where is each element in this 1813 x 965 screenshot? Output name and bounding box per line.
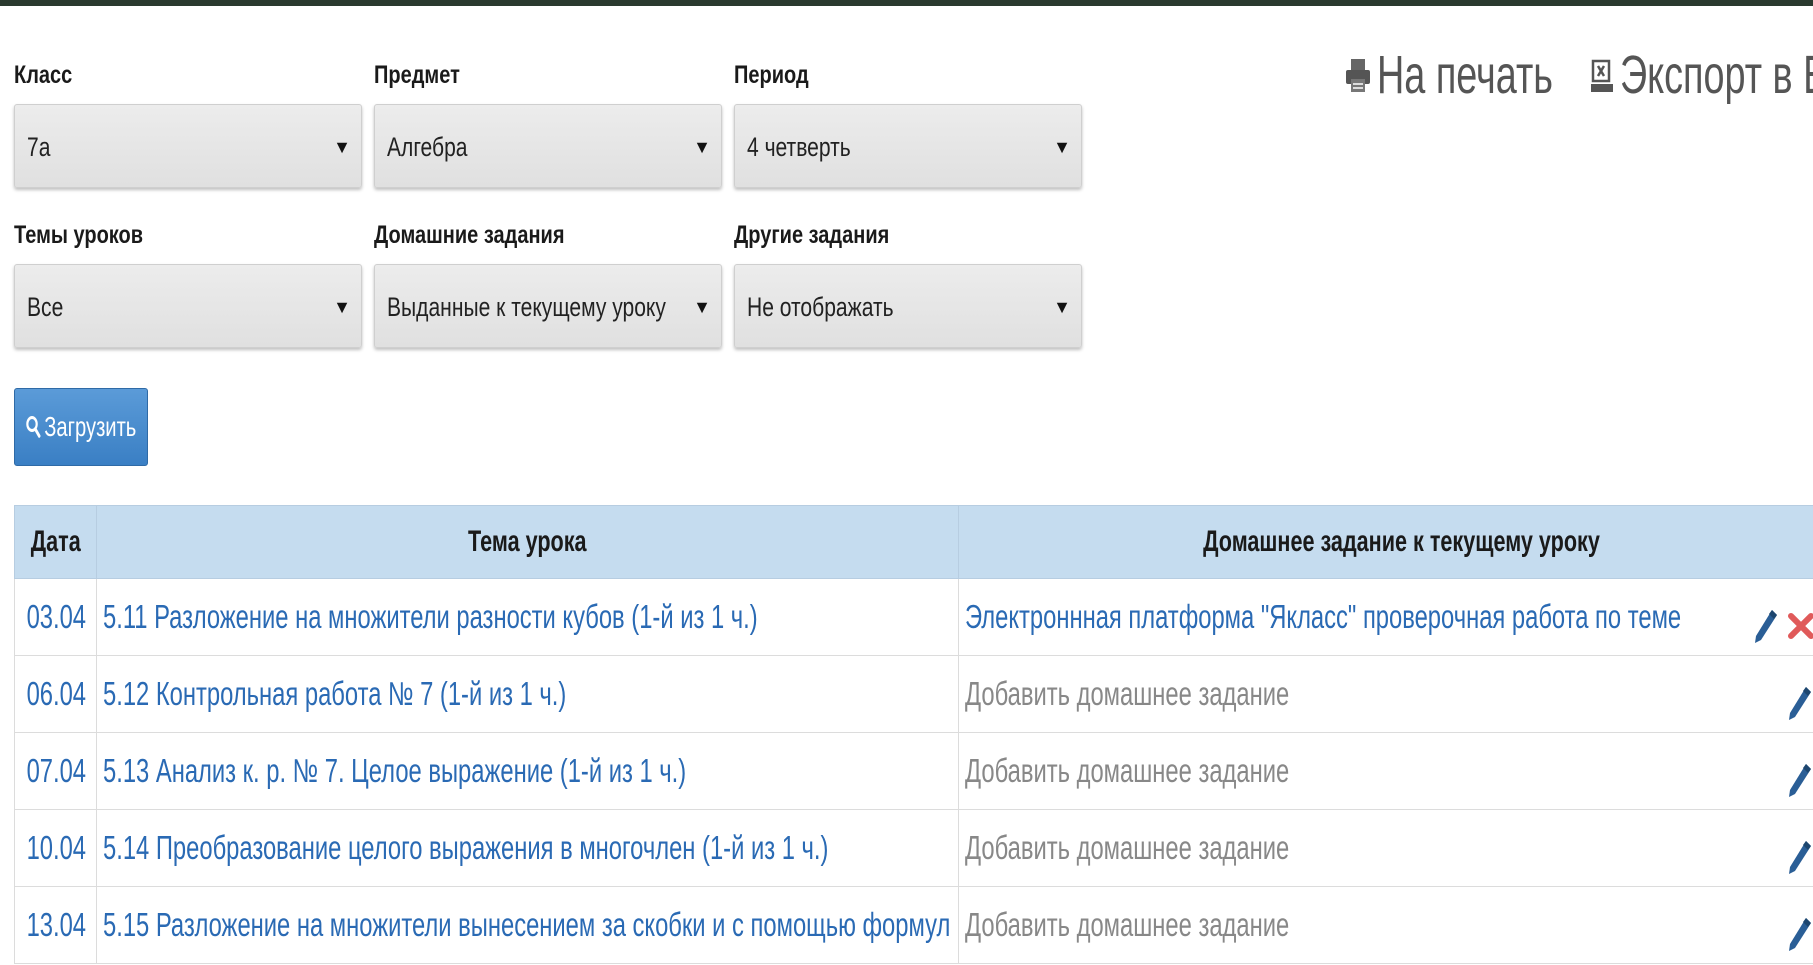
add-homework-link[interactable]: Добавить домашнее задание	[965, 829, 1289, 867]
printer-icon	[1346, 59, 1370, 92]
topics-filter-label: Темы уроков	[14, 221, 144, 249]
class-select[interactable]: 7а ▼	[14, 104, 362, 188]
chevron-down-icon: ▼	[1053, 297, 1071, 317]
chevron-down-icon: ▼	[693, 297, 711, 317]
page: Класс 7а ▼ Предмет Алгебра ▼ Период 4 че…	[0, 6, 1813, 965]
pencil-icon[interactable]	[1786, 683, 1812, 723]
export-label: Экспорт в Excel	[1620, 45, 1813, 105]
load-button[interactable]: Загрузить	[14, 388, 148, 466]
homework-column-header: Домашнее задание к текущему уроку	[958, 505, 1813, 579]
subject-select-value: Алгебра	[387, 132, 468, 162]
topic-header-label: Тема урока	[468, 525, 587, 558]
row-actions	[1786, 914, 1812, 954]
table-row: 13.04 5.15 Разложение на множители вынес…	[14, 886, 1813, 964]
print-label: На печать	[1377, 45, 1553, 105]
date-value: 07.04	[26, 752, 87, 789]
topic-column-header: Тема урока	[96, 505, 959, 579]
homework-cell: Добавить домашнее задание	[958, 655, 1813, 733]
add-homework-link[interactable]: Добавить домашнее задание	[965, 752, 1289, 790]
date-cell: 03.04	[14, 578, 97, 656]
homework-cell: Добавить домашнее задание	[958, 809, 1813, 887]
topic-link[interactable]: 5.14 Преобразование целого выражения в м…	[103, 829, 828, 867]
print-button[interactable]: На печать	[1345, 44, 1576, 106]
topics-select[interactable]: Все ▼	[14, 264, 362, 348]
pencil-icon[interactable]	[1752, 606, 1778, 646]
topic-cell: 5.14 Преобразование целого выражения в м…	[96, 809, 959, 887]
filters-panel: Класс 7а ▼ Предмет Алгебра ▼ Период 4 че…	[14, 6, 1094, 348]
filters-row-1: Класс 7а ▼ Предмет Алгебра ▼ Период 4 че…	[14, 6, 1094, 188]
topic-link[interactable]: 5.15 Разложение на множители вынесением …	[103, 906, 958, 944]
load-button-label: Загрузить	[44, 411, 137, 442]
actions-bar: На печать Экспорт в Excel	[1345, 44, 1813, 106]
lessons-table: Дата Тема урока Домашнее задание к текущ…	[14, 505, 1813, 964]
homework-select[interactable]: Выданные к текущему уроку ▼	[374, 264, 722, 348]
date-value: 13.04	[26, 906, 87, 943]
add-homework-link[interactable]: Добавить домашнее задание	[965, 906, 1289, 944]
topics-select-value: Все	[27, 292, 64, 322]
row-actions	[1786, 760, 1812, 800]
date-value: 10.04	[26, 829, 87, 866]
other-tasks-filter: Другие задания Не отображать ▼	[734, 188, 1082, 348]
homework-cell: Добавить домашнее задание	[958, 886, 1813, 964]
date-cell: 13.04	[14, 886, 97, 964]
homework-cell: Электроннная платформа "Якласс" провероч…	[958, 578, 1813, 656]
homework-filter-label: Домашние задания	[374, 221, 565, 249]
subject-filter-label: Предмет	[374, 61, 460, 89]
pencil-icon[interactable]	[1786, 760, 1812, 800]
homework-cell: Добавить домашнее задание	[958, 732, 1813, 810]
chevron-down-icon: ▼	[333, 297, 351, 317]
date-value: 06.04	[26, 675, 87, 712]
subject-select[interactable]: Алгебра ▼	[374, 104, 722, 188]
filters-row-2: Темы уроков Все ▼ Домашние задания Выдан…	[14, 188, 1094, 348]
table-header-row: Дата Тема урока Домашнее задание к текущ…	[14, 505, 1813, 579]
topics-filter: Темы уроков Все ▼	[14, 188, 362, 348]
other-tasks-filter-label: Другие задания	[734, 221, 890, 249]
homework-link[interactable]: Электроннная платформа "Якласс" провероч…	[965, 598, 1681, 636]
table-row: 03.04 5.11 Разложение на множители разно…	[14, 578, 1813, 656]
add-homework-link[interactable]: Добавить домашнее задание	[965, 675, 1289, 713]
table-row: 06.04 5.12 Контрольная работа № 7 (1-й и…	[14, 655, 1813, 733]
topic-link[interactable]: 5.12 Контрольная работа № 7 (1-й из 1 ч.…	[103, 675, 566, 713]
date-column-header: Дата	[14, 505, 97, 579]
period-select[interactable]: 4 четверть ▼	[734, 104, 1082, 188]
table-row: 07.04 5.13 Анализ к. р. № 7. Целое выраж…	[14, 732, 1813, 810]
topic-link[interactable]: 5.11 Разложение на множители разности ку…	[103, 598, 758, 636]
other-tasks-select[interactable]: Не отображать ▼	[734, 264, 1082, 348]
homework-filter: Домашние задания Выданные к текущему уро…	[374, 188, 722, 348]
table-row: 10.04 5.14 Преобразование целого выражен…	[14, 809, 1813, 887]
homework-select-value: Выданные к текущему уроку	[387, 292, 666, 322]
topic-link[interactable]: 5.13 Анализ к. р. № 7. Целое выражение (…	[103, 752, 686, 790]
date-value: 03.04	[26, 598, 87, 635]
row-actions	[1786, 837, 1812, 877]
date-cell: 06.04	[14, 655, 97, 733]
date-cell: 07.04	[14, 732, 97, 810]
class-select-value: 7а	[27, 132, 51, 162]
homework-header-label: Домашнее задание к текущему уроку	[1203, 525, 1600, 558]
excel-export-icon	[1591, 59, 1614, 92]
row-actions	[1786, 683, 1812, 723]
chevron-down-icon: ▼	[693, 137, 711, 157]
class-filter: Класс 7а ▼	[14, 6, 362, 188]
delete-icon[interactable]	[1786, 606, 1813, 646]
search-icon	[26, 416, 41, 438]
topic-cell: 5.13 Анализ к. р. № 7. Целое выражение (…	[96, 732, 959, 810]
topic-cell: 5.11 Разложение на множители разности ку…	[96, 578, 959, 656]
date-header-label: Дата	[30, 525, 81, 558]
period-filter-label: Период	[734, 61, 809, 89]
date-cell: 10.04	[14, 809, 97, 887]
topic-cell: 5.12 Контрольная работа № 7 (1-й из 1 ч.…	[96, 655, 959, 733]
topic-cell: 5.15 Разложение на множители вынесением …	[96, 886, 959, 964]
export-excel-button[interactable]: Экспорт в Excel	[1590, 44, 1813, 106]
pencil-icon[interactable]	[1786, 914, 1812, 954]
period-select-value: 4 четверть	[747, 132, 851, 162]
chevron-down-icon: ▼	[1053, 137, 1071, 157]
period-filter: Период 4 четверть ▼	[734, 6, 1082, 188]
chevron-down-icon: ▼	[333, 137, 351, 157]
subject-filter: Предмет Алгебра ▼	[374, 6, 722, 188]
row-actions	[1752, 606, 1813, 646]
other-tasks-select-value: Не отображать	[747, 292, 894, 322]
pencil-icon[interactable]	[1786, 837, 1812, 877]
class-filter-label: Класс	[14, 61, 73, 89]
